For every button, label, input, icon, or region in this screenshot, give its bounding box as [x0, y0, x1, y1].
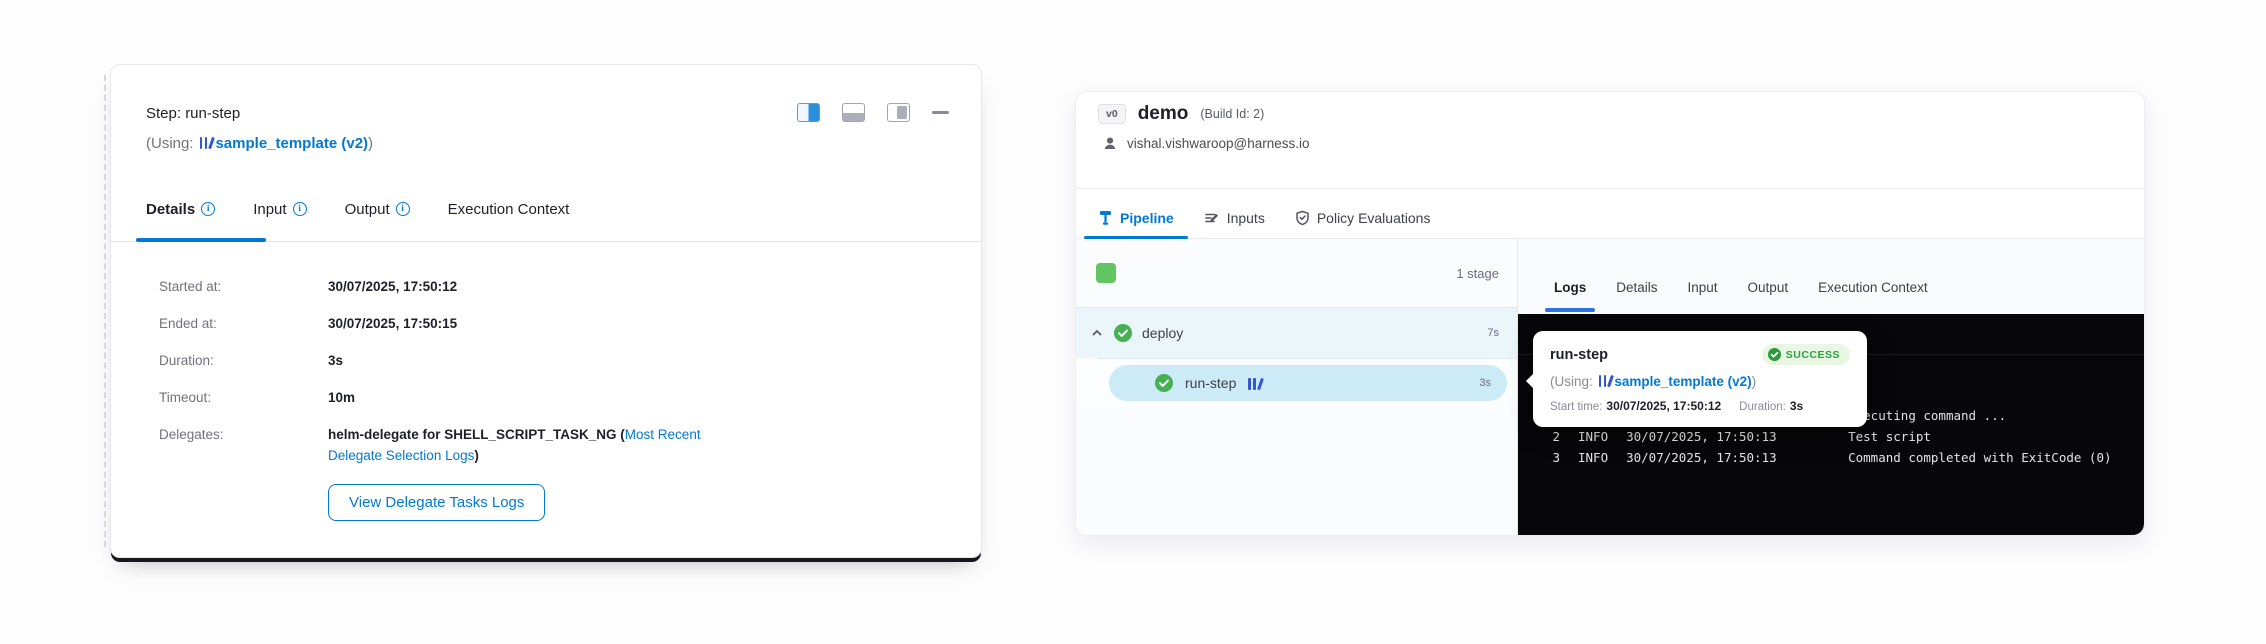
detail-value: 10m	[328, 387, 355, 408]
detail-row-duration: Duration: 3s	[159, 350, 947, 371]
success-check-icon	[1768, 348, 1781, 361]
step-details-window: Step: run-step (Using: sample_template (…	[110, 64, 982, 558]
float-view-icon[interactable]	[887, 103, 910, 122]
tab-input[interactable]: Input	[253, 201, 306, 241]
step-duration: 3s	[1479, 377, 1491, 389]
execution-header: v0 demo (Build Id: 2) vishal.vishwaroop@…	[1076, 92, 2144, 189]
step-details-header: Step: run-step (Using: sample_template (…	[111, 65, 981, 155]
step-tooltip: run-step SUCCESS (Using: sample_template…	[1533, 331, 1867, 427]
tab-details[interactable]: Details	[1616, 278, 1657, 298]
info-icon[interactable]	[201, 202, 215, 216]
info-icon[interactable]	[396, 202, 410, 216]
tooltip-step-name: run-step	[1550, 347, 1608, 363]
step-row-run-step[interactable]: run-step 3s	[1076, 359, 1517, 407]
tooltip-using-line: (Using: sample_template (v2))	[1550, 373, 1850, 391]
tab-output[interactable]: Output	[1748, 278, 1789, 298]
bottom-view-icon[interactable]	[842, 103, 865, 122]
step-details-body: Started at: 30/07/2025, 17:50:12 Ended a…	[111, 242, 981, 521]
stage-duration: 7s	[1487, 327, 1499, 339]
detail-value: 3s	[328, 350, 343, 371]
tab-execution-context[interactable]: Execution Context	[448, 201, 570, 241]
log-tabs: Logs Details Input Output Execution Cont…	[1518, 239, 2144, 314]
shield-check-icon	[1295, 210, 1310, 226]
tab-inputs[interactable]: Inputs	[1204, 210, 1265, 238]
pipeline-icon	[1098, 210, 1113, 226]
tab-logs[interactable]: Logs	[1554, 278, 1586, 298]
tab-pipeline[interactable]: Pipeline	[1098, 210, 1174, 238]
using-prefix: (Using:	[146, 135, 194, 152]
detail-row-timeout: Timeout: 10m	[159, 387, 947, 408]
tab-input[interactable]: Input	[1688, 278, 1718, 298]
log-line: 3 INFO 30/07/2025, 17:50:13 Command comp…	[1518, 447, 2144, 468]
status-badge: SUCCESS	[1762, 344, 1850, 365]
execution-popover: v0 demo (Build Id: 2) vishal.vishwaroop@…	[1075, 91, 2145, 536]
log-line: 2 INFO 30/07/2025, 17:50:13 Test script	[1518, 426, 2144, 447]
detail-row-ended: Ended at: 30/07/2025, 17:50:15	[159, 313, 947, 334]
stage-label: deploy	[1142, 325, 1183, 341]
build-id: (Build Id: 2)	[1200, 107, 1264, 121]
stage-tree-header: 1 stage	[1076, 239, 1517, 308]
step-detail-tabs: Details Input Output Execution Context	[111, 201, 981, 242]
stage-count: 1 stage	[1456, 266, 1499, 281]
template-link[interactable]: sample_template (v2)	[198, 135, 368, 152]
tab-execution-context[interactable]: Execution Context	[1818, 278, 1928, 298]
user-email: vishal.vishwaroop@harness.io	[1127, 136, 1310, 151]
detail-label: Duration:	[159, 350, 328, 371]
pipeline-name: demo	[1138, 103, 1189, 125]
step-label: run-step	[1185, 375, 1236, 391]
stage-tree-panel: 1 stage deploy 7s run-step 3s	[1076, 239, 1518, 536]
step-using-line: (Using: sample_template (v2))	[146, 133, 947, 155]
view-delegate-tasks-logs-button[interactable]: View Delegate Tasks Logs	[328, 484, 545, 521]
tab-output[interactable]: Output	[345, 201, 410, 241]
user-icon	[1102, 135, 1118, 151]
detail-row-delegates: Delegates: helm-delegate for SHELL_SCRIP…	[159, 424, 947, 466]
stage-row-deploy[interactable]: deploy 7s	[1076, 308, 1517, 358]
template-link[interactable]: sample_template (v2)	[1597, 374, 1752, 389]
split-view-icon[interactable]	[797, 103, 820, 122]
detail-label: Delegates:	[159, 424, 328, 466]
version-badge: v0	[1098, 104, 1126, 125]
detail-row-started: Started at: 30/07/2025, 17:50:12	[159, 276, 947, 297]
tab-details[interactable]: Details	[146, 201, 215, 241]
tooltip-times: Start time: 30/07/2025, 17:50:12 Duratio…	[1550, 399, 1850, 413]
stage-status-square	[1096, 263, 1116, 283]
selected-step-pill[interactable]: run-step 3s	[1109, 365, 1507, 401]
success-check-icon	[1114, 324, 1132, 342]
template-icon	[1248, 378, 1261, 390]
minimize-icon[interactable]	[932, 111, 949, 115]
template-icon	[1599, 375, 1612, 387]
inputs-icon	[1204, 210, 1220, 226]
detail-label: Timeout:	[159, 387, 328, 408]
template-icon	[200, 137, 213, 149]
detail-value: helm-delegate for SHELL_SCRIPT_TASK_NG (…	[328, 424, 758, 466]
success-check-icon	[1155, 374, 1173, 392]
detail-value: 30/07/2025, 17:50:12	[328, 276, 457, 297]
using-suffix: )	[368, 135, 373, 152]
tab-policy-evaluations[interactable]: Policy Evaluations	[1295, 210, 1431, 238]
detail-label: Ended at:	[159, 313, 328, 334]
detail-value: 30/07/2025, 17:50:15	[328, 313, 457, 334]
execution-tabs: Pipeline Inputs Policy Evaluations	[1076, 189, 2144, 239]
window-layout-controls	[797, 103, 949, 122]
chevron-up-icon[interactable]	[1091, 327, 1103, 339]
info-icon[interactable]	[293, 202, 307, 216]
detail-label: Started at:	[159, 276, 328, 297]
